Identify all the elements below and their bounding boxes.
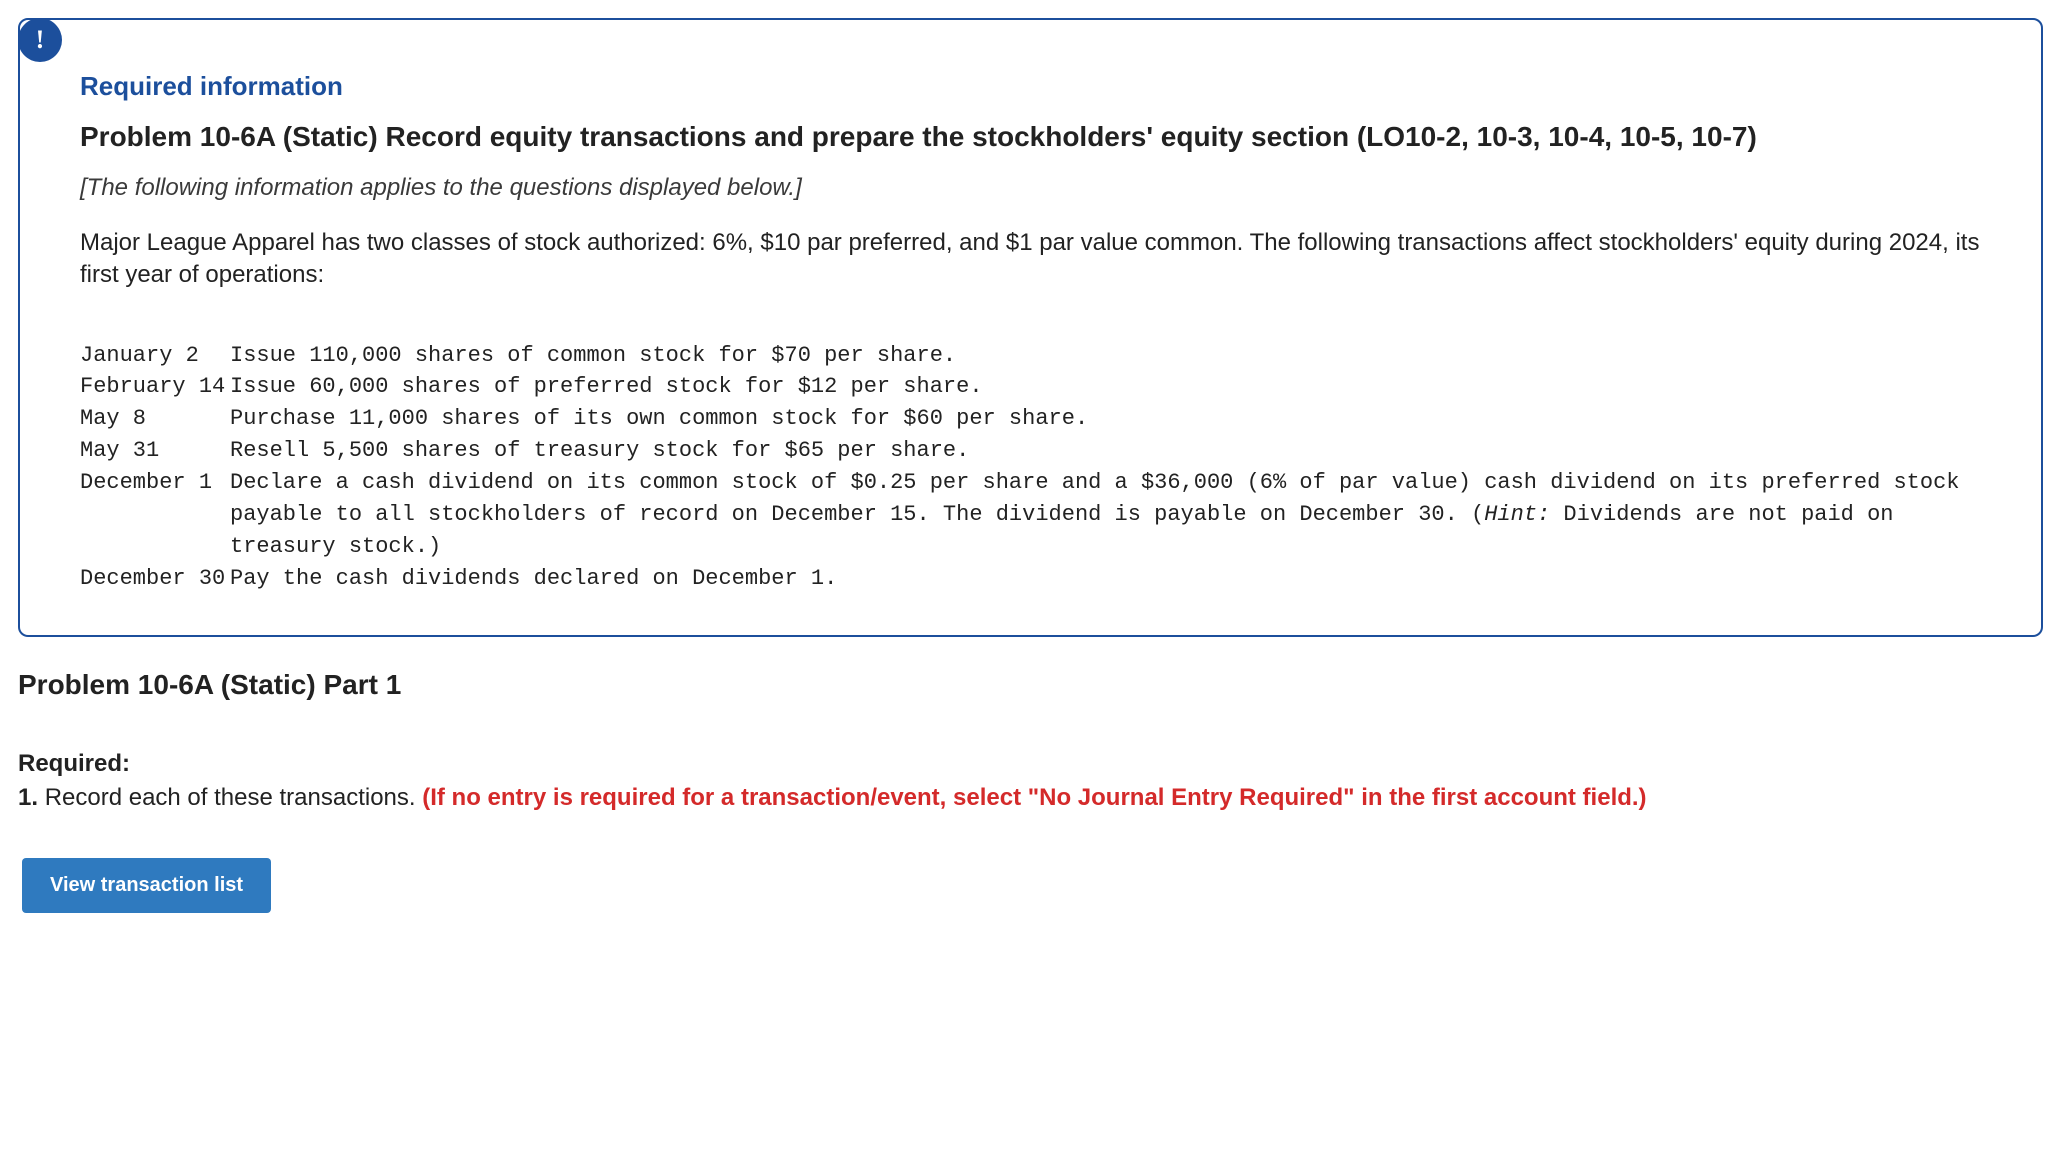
scenario-text: Major League Apparel has two classes of … xyxy=(80,227,1981,292)
transaction-row: February 14 Issue 60,000 shares of prefe… xyxy=(80,371,1981,403)
transaction-desc: Resell 5,500 shares of treasury stock fo… xyxy=(230,435,1981,467)
transaction-date: May 8 xyxy=(80,403,230,435)
transaction-row: December 1 Declare a cash dividend on it… xyxy=(80,467,1981,563)
transaction-date: December 30 xyxy=(80,563,230,595)
instruction-highlight: (If no entry is required for a transacti… xyxy=(422,784,1646,811)
transaction-row: December 30 Pay the cash dividends decla… xyxy=(80,563,1981,595)
transaction-desc: Purchase 11,000 shares of its own common… xyxy=(230,403,1981,435)
transaction-row: May 31 Resell 5,500 shares of treasury s… xyxy=(80,435,1981,467)
transaction-desc: Pay the cash dividends declared on Decem… xyxy=(230,563,1981,595)
part-title: Problem 10-6A (Static) Part 1 xyxy=(18,667,2043,703)
requirement-block: Required: 1. Record each of these transa… xyxy=(18,747,2043,814)
transaction-row: January 2 Issue 110,000 shares of common… xyxy=(80,340,1981,372)
required-information-heading: Required information xyxy=(80,70,1981,104)
transaction-date: February 14 xyxy=(80,371,230,403)
requirement-item: 1. Record each of these transactions. (I… xyxy=(18,784,1647,811)
applies-note: [The following information applies to th… xyxy=(80,172,1981,203)
transaction-row: May 8 Purchase 11,000 shares of its own … xyxy=(80,403,1981,435)
transaction-desc: Issue 60,000 shares of preferred stock f… xyxy=(230,371,1981,403)
view-transaction-list-button[interactable]: View transaction list xyxy=(22,858,271,913)
alert-icon: ! xyxy=(18,18,62,62)
transaction-date: May 31 xyxy=(80,435,230,467)
transaction-desc: Issue 110,000 shares of common stock for… xyxy=(230,340,1981,372)
required-label: Required: xyxy=(18,750,130,777)
problem-title: Problem 10-6A (Static) Record equity tra… xyxy=(80,118,1981,156)
transaction-date: December 1 xyxy=(80,467,230,563)
transaction-desc: Declare a cash dividend on its common st… xyxy=(230,467,1981,563)
transaction-list: January 2 Issue 110,000 shares of common… xyxy=(80,340,1981,595)
transaction-date: January 2 xyxy=(80,340,230,372)
required-information-panel: ! Required information Problem 10-6A (St… xyxy=(18,18,2043,637)
